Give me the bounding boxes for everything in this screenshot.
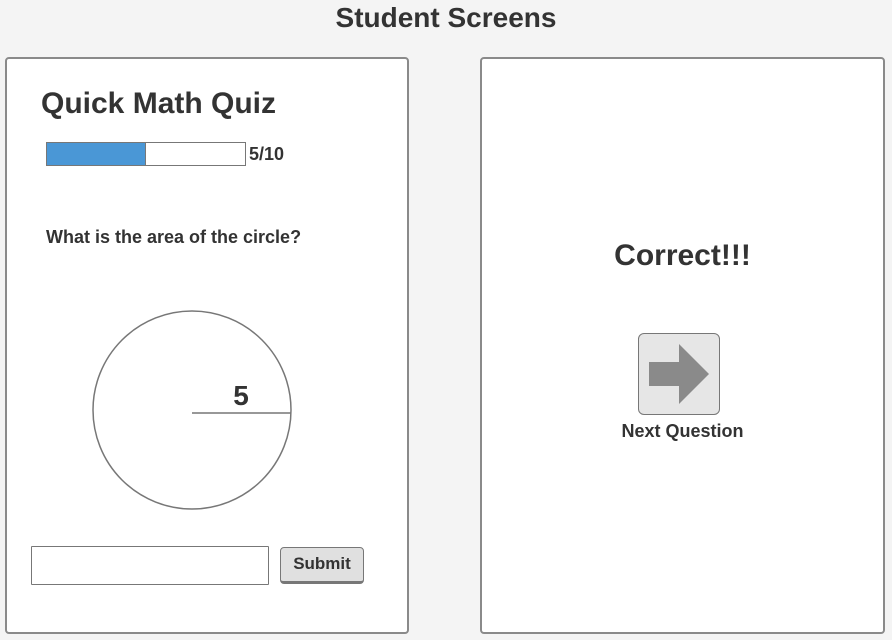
circle-diagram: 5 <box>92 310 292 510</box>
progress-bar-fill <box>47 143 146 165</box>
result-message: Correct!!! <box>614 239 751 272</box>
circle-figure: 5 <box>91 309 293 516</box>
arrow-right-icon <box>649 344 709 404</box>
radius-label: 5 <box>233 380 249 411</box>
next-question-button[interactable] <box>638 333 720 415</box>
progress-bar <box>46 142 246 166</box>
circle-outline <box>92 310 292 510</box>
next-question-label[interactable]: Next Question <box>482 421 883 442</box>
quiz-title: Quick Math Quiz <box>41 87 277 120</box>
result-screen: Correct!!! Next Question <box>480 57 885 634</box>
page-heading: Student Screens <box>335 2 557 33</box>
question-text: What is the area of the circle? <box>46 227 302 247</box>
submit-button[interactable]: Submit <box>280 547 364 584</box>
quiz-screen: Quick Math Quiz 5/10 What is the area of… <box>5 57 409 634</box>
answer-input[interactable] <box>31 546 269 585</box>
progress-label: 5/10 <box>249 144 285 164</box>
